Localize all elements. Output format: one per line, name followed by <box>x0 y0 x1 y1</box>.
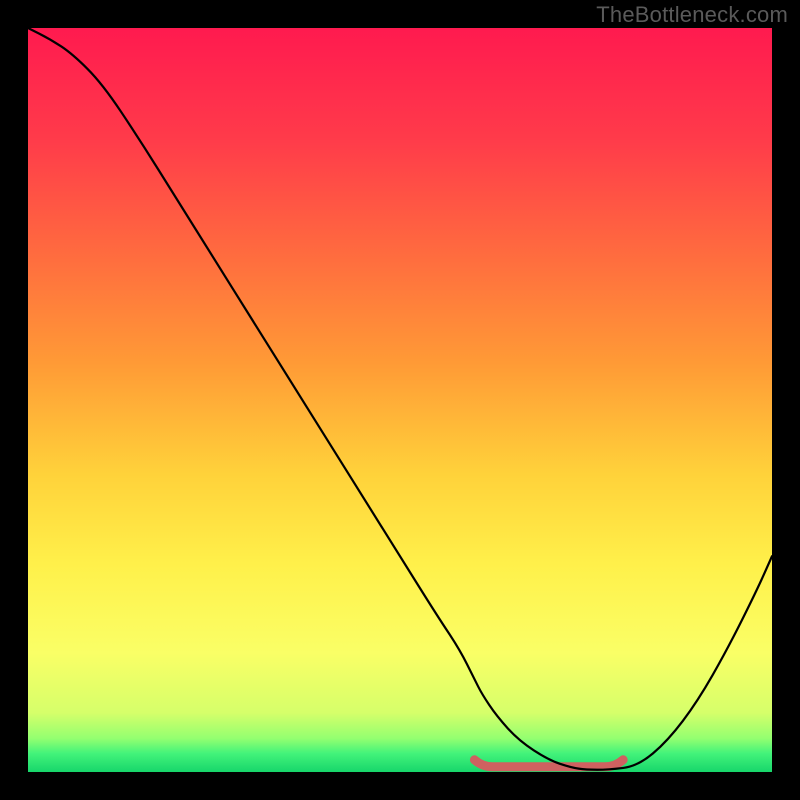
chart-svg <box>28 28 772 772</box>
chart-area <box>28 28 772 772</box>
watermark-text: TheBottleneck.com <box>596 2 788 28</box>
outer-frame: TheBottleneck.com <box>0 0 800 800</box>
